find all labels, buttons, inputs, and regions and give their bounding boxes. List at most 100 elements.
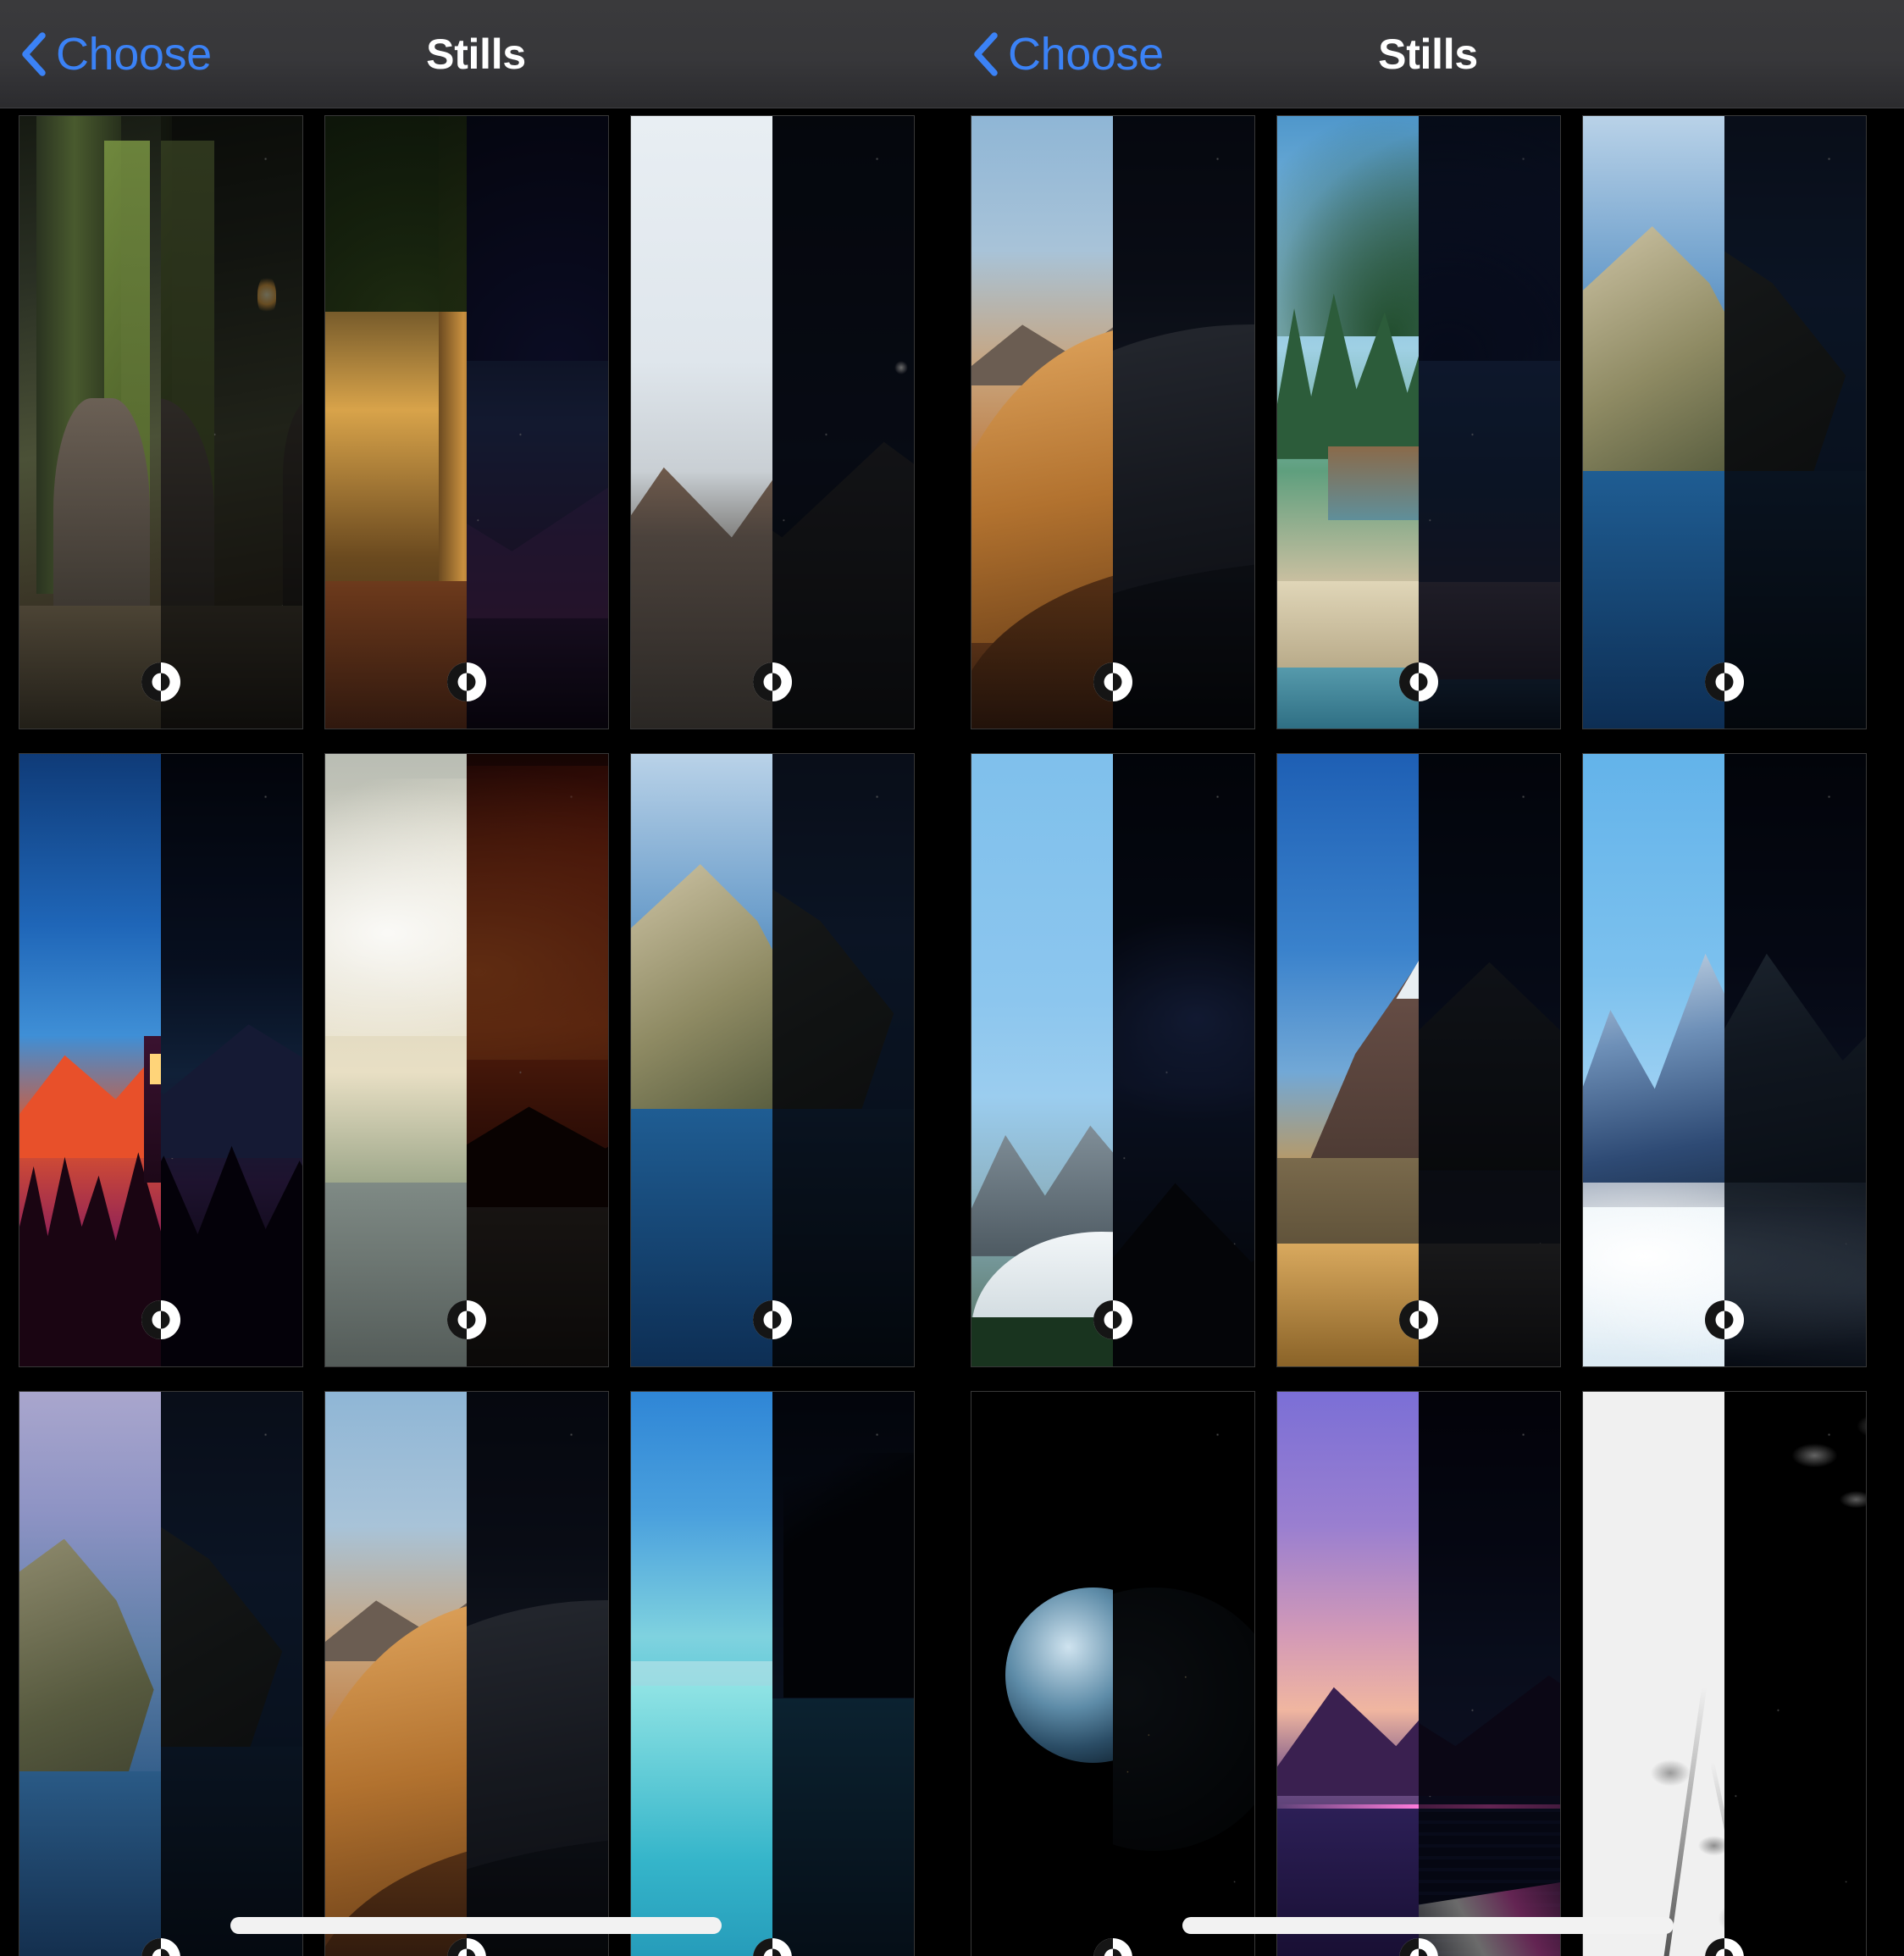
light-appearance-half [631,116,772,729]
home-indicator[interactable] [1182,1917,1674,1934]
wallpaper-art-light [971,116,1113,729]
wallpaper-art-light [19,1392,161,1956]
dark-appearance-half [467,754,608,1366]
wallpaper-preview [971,1392,1254,1956]
wallpaper-art-light [325,116,467,729]
wallpaper-catalina-coast[interactable] [630,753,915,1367]
wallpaper-lakeside-cabin[interactable] [1276,115,1561,729]
dark-appearance-half [772,754,914,1366]
light-appearance-half [1583,754,1724,1366]
left-panel: Choose Stills [0,0,952,1956]
wallpaper-art-dark [161,116,302,729]
dark-appearance-half [1724,1392,1866,1956]
wallpaper-yosemite-valley[interactable] [971,753,1255,1367]
wallpaper-art-light [19,116,161,729]
light-appearance-half [1277,754,1419,1366]
right-panel: Choose Stills [952,0,1904,1956]
wallpaper-art-light [1583,116,1724,729]
wallpaper-art-dark [1113,754,1254,1366]
wallpaper-preview [971,116,1254,729]
wallpaper-art-dark [1113,1392,1254,1956]
wallpaper-catalina-island[interactable] [1582,115,1867,729]
dark-appearance-half [1419,754,1560,1366]
wallpaper-earth-from-space[interactable] [971,1391,1255,1956]
wallpaper-tropical-lagoon[interactable] [630,1391,915,1956]
wallpaper-art-light [631,754,772,1366]
wallpaper-art-dark [1419,1392,1560,1956]
wallpaper-art-dark [467,1392,608,1956]
home-indicator[interactable] [230,1917,722,1934]
wallpaper-art-light [1583,1392,1724,1956]
back-button-label: Choose [1008,29,1164,80]
wallpaper-grid [0,108,952,1956]
dark-appearance-half [467,1392,608,1956]
back-button[interactable]: Choose [19,31,212,77]
wallpaper-art-dark [1419,754,1560,1366]
light-appearance-half [971,754,1113,1366]
wallpaper-art-light [1277,116,1419,729]
wallpaper-art-dark [1419,116,1560,729]
wallpaper-snowy-peaks[interactable] [1582,753,1867,1367]
dark-appearance-half [1724,754,1866,1366]
wallpaper-preview [971,754,1254,1366]
wallpaper-art-dark [772,754,914,1366]
light-appearance-half [325,754,467,1366]
wallpaper-art-dark [161,1392,302,1956]
wallpaper-mojave-desert[interactable] [971,115,1255,729]
wallpaper-preview [325,116,608,729]
light-appearance-half [1583,1392,1724,1956]
wallpaper-firewatch-tower[interactable] [19,753,303,1367]
wallpaper-preview [19,116,302,729]
light-appearance-half [971,1392,1113,1956]
light-appearance-half [19,1392,161,1956]
wallpaper-preview [631,754,914,1366]
wallpaper-preview [631,1392,914,1956]
dark-appearance-half [161,116,302,729]
wallpaper-preview [19,754,302,1366]
dark-appearance-half [772,116,914,729]
chevron-left-icon [971,31,999,77]
wallpaper-art-light [325,754,467,1366]
wallpaper-kids-on-bikes[interactable] [324,753,609,1367]
wallpaper-art-dark [467,754,608,1366]
wallpaper-art-light [1277,754,1419,1366]
wallpaper-art-dark [1724,1392,1866,1956]
light-appearance-half [19,116,161,729]
light-appearance-half [325,116,467,729]
dark-appearance-half [1724,116,1866,729]
wallpaper-preview [1583,1392,1866,1956]
dark-appearance-half [1113,1392,1254,1956]
wallpaper-coastal-cliffs[interactable] [19,1391,303,1956]
light-appearance-half [1277,116,1419,729]
wallpaper-mountain-ridge[interactable] [630,115,915,729]
dark-appearance-half [161,1392,302,1956]
wallpaper-art-dark [1724,754,1866,1366]
wallpaper-preview [631,116,914,729]
wallpaper-synthwave-ridge[interactable] [1276,1391,1561,1956]
wallpaper-sakura-blossom[interactable] [1582,1391,1867,1956]
wallpaper-preview [1583,754,1866,1366]
stills-wallpaper-picker-screen: Choose Stills Choose Stills [0,0,1904,1956]
wallpaper-game-forest[interactable] [19,115,303,729]
wallpaper-preview [1277,754,1560,1366]
wallpaper-art-light [325,1392,467,1956]
light-appearance-half [971,116,1113,729]
wallpaper-atacama-volcano[interactable] [1276,753,1561,1367]
wallpaper-classical-column[interactable] [324,115,609,729]
wallpaper-mojave-dune[interactable] [324,1391,609,1956]
wallpaper-art-dark [772,1392,914,1956]
wallpaper-art-light [631,1392,772,1956]
wallpaper-art-dark [772,116,914,729]
wallpaper-art-light [971,1392,1113,1956]
wallpaper-art-light [971,754,1113,1366]
wallpaper-preview [325,1392,608,1956]
light-appearance-half [1277,1392,1419,1956]
back-button[interactable]: Choose [971,31,1164,77]
wallpaper-art-dark [161,754,302,1366]
wallpaper-art-light [1583,754,1724,1366]
dark-appearance-half [772,1392,914,1956]
dark-appearance-half [1113,116,1254,729]
wallpaper-grid [952,108,1904,1956]
light-appearance-half [1583,116,1724,729]
wallpaper-preview [1277,116,1560,729]
